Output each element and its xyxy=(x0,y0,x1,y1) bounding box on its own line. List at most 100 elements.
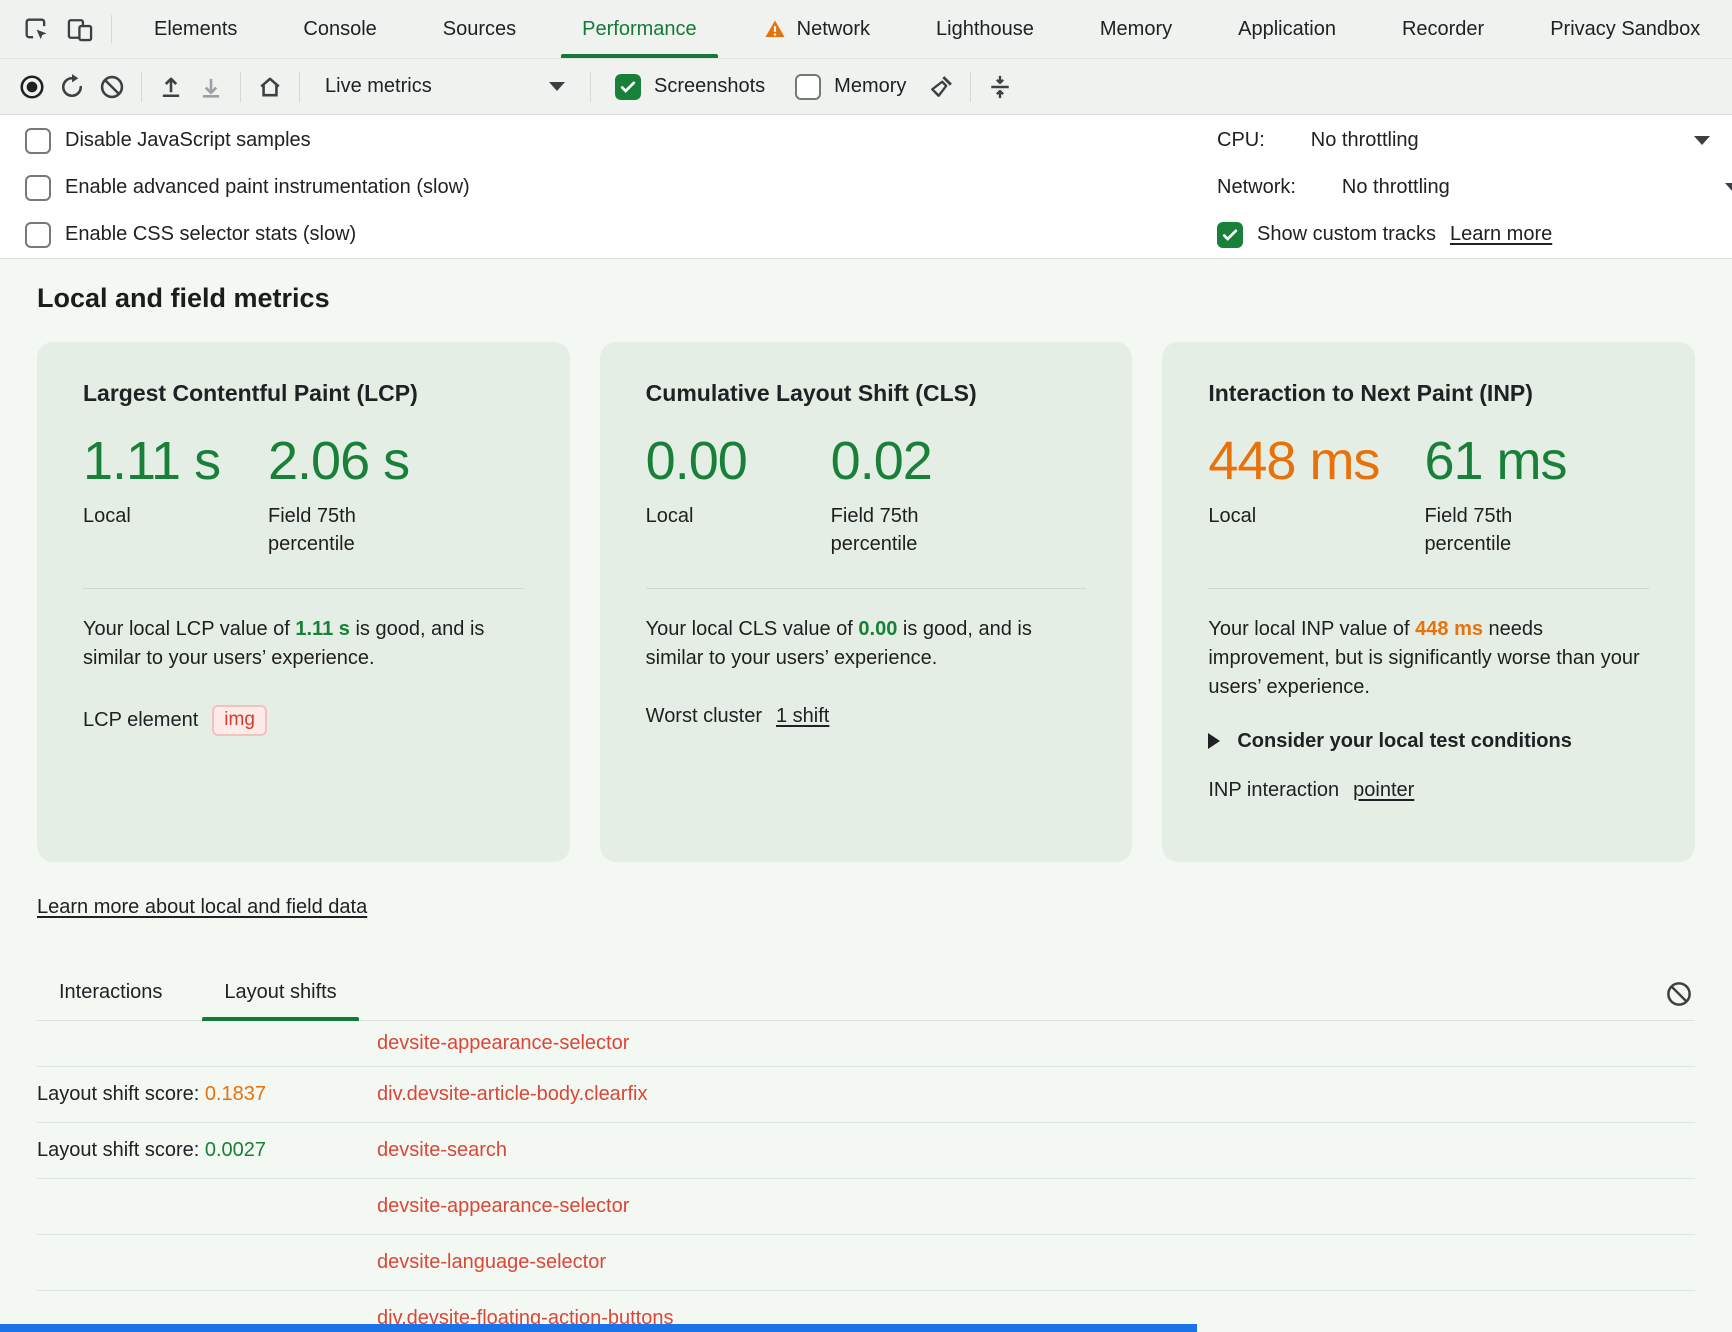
worst-cluster-link[interactable]: 1 shift xyxy=(776,705,829,728)
garbage-collect-button[interactable] xyxy=(921,67,961,107)
inspect-icon xyxy=(22,15,50,43)
network-throttling-select[interactable]: Network: No throttling xyxy=(1217,164,1732,211)
chevron-down-icon xyxy=(1725,183,1732,192)
css-selector-stats-label: Enable CSS selector stats (slow) xyxy=(65,223,356,246)
reload-and-record-button[interactable] xyxy=(52,67,92,107)
advanced-paint-label: Enable advanced paint instrumentation (s… xyxy=(65,176,470,199)
cls-values: 0.00 Local 0.02 Field 75th percentile xyxy=(646,433,1087,558)
tab-recorder[interactable]: Recorder xyxy=(1369,0,1517,58)
tab-console[interactable]: Console xyxy=(270,0,409,58)
divider xyxy=(590,72,591,102)
home-icon xyxy=(256,73,284,101)
metric-cards: Largest Contentful Paint (LCP) 1.11 s Lo… xyxy=(37,342,1695,862)
lcp-local-label: Local xyxy=(83,502,223,530)
upload-icon xyxy=(157,73,185,101)
chevron-down-icon xyxy=(549,82,565,91)
checkbox-unchecked-icon[interactable] xyxy=(25,222,51,248)
lcp-inline-value: 1.11 s xyxy=(295,618,350,640)
screenshots-label: Screenshots xyxy=(654,75,765,98)
element-node-link[interactable]: devsite-appearance-selector xyxy=(377,1195,629,1218)
cls-inline-value: 0.00 xyxy=(858,618,897,640)
network-label: Network: xyxy=(1217,176,1296,199)
download-icon xyxy=(197,73,225,101)
cls-field-label: Field 75th percentile xyxy=(831,502,981,558)
tab-sources[interactable]: Sources xyxy=(410,0,549,58)
inp-inline-value: 448 ms xyxy=(1415,618,1483,640)
panel-tabs: Elements Console Sources Performance Net… xyxy=(121,0,1732,58)
cls-local: 0.00 Local xyxy=(646,433,786,558)
layout-shift-row: devsite-language-selector xyxy=(37,1235,1695,1291)
live-metrics-select[interactable]: Live metrics xyxy=(309,67,581,107)
collapse-button[interactable] xyxy=(980,67,1020,107)
layout-shift-row: devsite-appearance-selector xyxy=(37,1021,1695,1067)
cpu-throttling-select[interactable]: CPU: No throttling xyxy=(1217,117,1732,164)
tab-lighthouse[interactable]: Lighthouse xyxy=(903,0,1067,58)
devtools-tabbar: Elements Console Sources Performance Net… xyxy=(0,0,1732,59)
clear-button[interactable] xyxy=(92,67,132,107)
inp-card-title: Interaction to Next Paint (INP) xyxy=(1208,380,1649,407)
show-custom-tracks-toggle[interactable]: Show custom tracks Learn more xyxy=(1217,211,1732,258)
inp-interaction-label: INP interaction xyxy=(1208,779,1339,802)
checkbox-unchecked-icon[interactable] xyxy=(25,175,51,201)
cpu-value: No throttling xyxy=(1311,129,1419,152)
cls-field: 0.02 Field 75th percentile xyxy=(831,433,981,558)
cls-worst-cluster-row: Worst cluster 1 shift xyxy=(646,705,1087,728)
performance-toolbar: Live metrics Screenshots Memory xyxy=(0,59,1732,115)
divider xyxy=(1208,588,1649,589)
lcp-element-node-link[interactable]: img xyxy=(212,705,267,737)
home-button[interactable] xyxy=(250,67,290,107)
layout-shift-score: Layout shift score: 0.0027 xyxy=(37,1139,377,1162)
lcp-field: 2.06 s Field 75th percentile xyxy=(268,433,418,558)
record-button[interactable] xyxy=(12,67,52,107)
checkbox-checked-icon[interactable] xyxy=(1217,222,1243,248)
live-metrics-label: Live metrics xyxy=(325,75,432,98)
page-title: Local and field metrics xyxy=(37,283,1695,314)
tab-network-label: Network xyxy=(797,18,870,41)
tab-elements[interactable]: Elements xyxy=(121,0,270,58)
local-test-conditions-expander[interactable]: Consider your local test conditions xyxy=(1208,730,1649,753)
element-node-link[interactable]: devsite-appearance-selector xyxy=(377,1032,629,1055)
checkbox-unchecked-icon[interactable] xyxy=(795,74,821,100)
cls-local-value: 0.00 xyxy=(646,433,786,490)
memory-toggle[interactable]: Memory xyxy=(795,74,906,100)
local-test-conditions-label: Consider your local test conditions xyxy=(1237,730,1572,753)
learn-more-local-field-link[interactable]: Learn more about local and field data xyxy=(37,896,367,918)
network-value: No throttling xyxy=(1342,176,1450,199)
inp-interaction-link[interactable]: pointer xyxy=(1353,779,1414,802)
css-selector-stats-toggle[interactable]: Enable CSS selector stats (slow) xyxy=(25,211,1217,258)
checkbox-unchecked-icon[interactable] xyxy=(25,128,51,154)
cls-field-value: 0.02 xyxy=(831,433,981,490)
element-node-link[interactable]: devsite-language-selector xyxy=(377,1251,606,1274)
lcp-values: 1.11 s Local 2.06 s Field 75th percentil… xyxy=(83,433,524,558)
tab-interactions[interactable]: Interactions xyxy=(37,975,184,1020)
lcp-local-value: 1.11 s xyxy=(83,433,223,490)
lcp-card: Largest Contentful Paint (LCP) 1.11 s Lo… xyxy=(37,342,570,862)
element-node-link[interactable]: div.devsite-article-body.clearfix xyxy=(377,1083,647,1106)
disable-js-samples-toggle[interactable]: Disable JavaScript samples xyxy=(25,117,1217,164)
triangle-right-icon xyxy=(1208,733,1220,749)
clear-log-button[interactable] xyxy=(1663,978,1695,1010)
screenshots-toggle[interactable]: Screenshots xyxy=(615,74,765,100)
divider xyxy=(83,588,524,589)
learn-more-link[interactable]: Learn more xyxy=(1450,223,1552,246)
device-toolbar-button[interactable] xyxy=(58,7,102,51)
capture-settings: Disable JavaScript samples Enable advanc… xyxy=(0,115,1732,259)
tab-application[interactable]: Application xyxy=(1205,0,1369,58)
save-profile-button[interactable] xyxy=(191,67,231,107)
load-profile-button[interactable] xyxy=(151,67,191,107)
divider xyxy=(299,72,300,102)
tab-layout-shifts[interactable]: Layout shifts xyxy=(202,975,358,1020)
inp-description: Your local INP value of 448 ms needs imp… xyxy=(1208,615,1649,702)
inspect-element-button[interactable] xyxy=(14,7,58,51)
tab-network[interactable]: Network xyxy=(730,0,903,58)
advanced-paint-toggle[interactable]: Enable advanced paint instrumentation (s… xyxy=(25,164,1217,211)
tab-performance[interactable]: Performance xyxy=(549,0,730,58)
bottom-blue-bar xyxy=(0,1324,1197,1332)
tab-memory[interactable]: Memory xyxy=(1067,0,1205,58)
worst-cluster-label: Worst cluster xyxy=(646,705,762,728)
checkbox-checked-icon[interactable] xyxy=(615,74,641,100)
inp-card: Interaction to Next Paint (INP) 448 ms L… xyxy=(1162,342,1695,862)
cls-card: Cumulative Layout Shift (CLS) 0.00 Local… xyxy=(600,342,1133,862)
element-node-link[interactable]: devsite-search xyxy=(377,1139,507,1162)
tab-privacy-sandbox[interactable]: Privacy Sandbox xyxy=(1517,0,1732,58)
